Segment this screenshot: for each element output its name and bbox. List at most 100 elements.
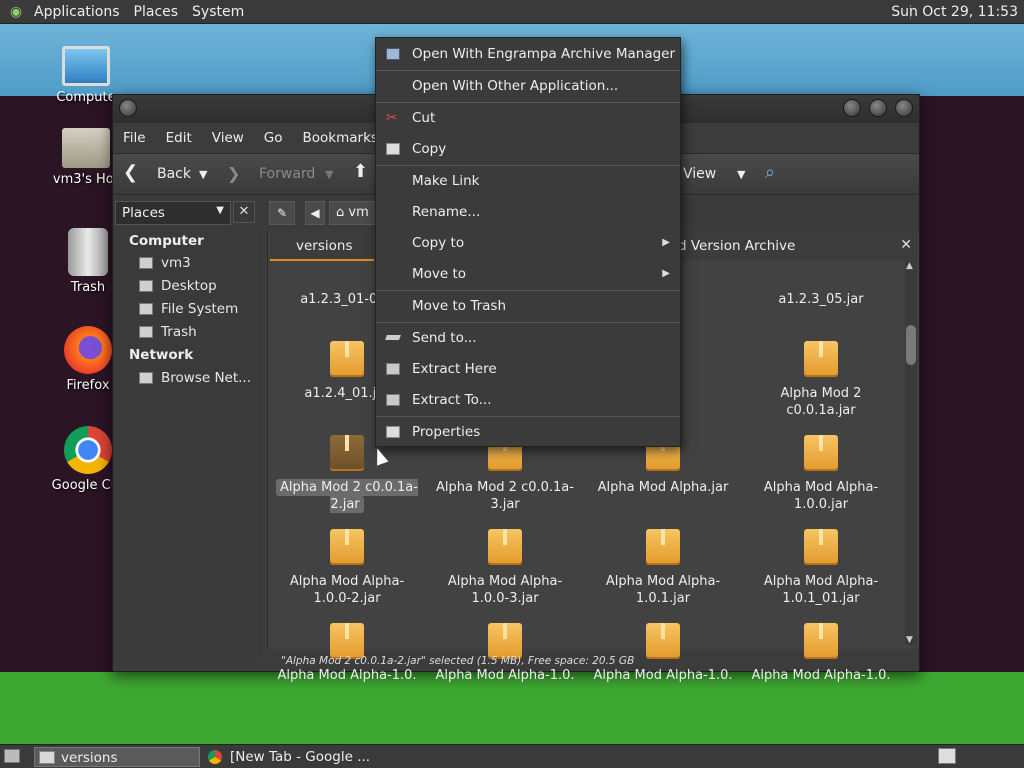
scroll-down-icon[interactable]: ▼ xyxy=(906,635,913,645)
file-name-label: Alpha Mod Alpha.jar xyxy=(597,480,729,495)
archive-manager-icon xyxy=(386,48,400,60)
system-menu[interactable]: System xyxy=(192,4,244,20)
view-button[interactable]: View xyxy=(683,166,716,182)
workspace-switcher[interactable] xyxy=(938,748,956,764)
jar-file-icon xyxy=(330,341,364,377)
menu-bookmarks[interactable]: Bookmarks xyxy=(303,130,378,146)
menu-item-open-with-engrampa[interactable]: Open With Engrampa Archive Manager xyxy=(376,39,680,69)
places-menu[interactable]: Places xyxy=(134,4,179,20)
menu-item-label: Move to Trash xyxy=(412,298,507,314)
menu-go[interactable]: Go xyxy=(264,130,283,146)
scroll-up-icon[interactable]: ▲ xyxy=(906,261,913,271)
sidebar-heading-network: Network xyxy=(129,347,194,363)
sidebar-item-label: vm3 xyxy=(161,255,191,271)
close-sidebar-button[interactable]: ✕ xyxy=(233,201,255,223)
file-item[interactable]: a1.2.3_05.jar xyxy=(748,247,894,308)
scrollbar-thumb[interactable] xyxy=(906,325,916,365)
forward-history-dropdown[interactable]: ▼ xyxy=(325,168,333,181)
path-segment-home[interactable]: ⌂ vm xyxy=(329,201,377,225)
forward-button[interactable]: Forward xyxy=(259,166,315,182)
task-chrome[interactable]: [New Tab - Google ... xyxy=(204,747,374,767)
drive-icon xyxy=(139,303,153,315)
clock[interactable]: Sun Oct 29, 11:53 xyxy=(891,4,1018,20)
task-label: [New Tab - Google ... xyxy=(230,749,371,765)
file-name-label: Alpha Mod Alpha-1.0.0-2.jar xyxy=(289,574,405,606)
menu-item-extract-to[interactable]: Extract To... xyxy=(376,385,680,415)
file-item[interactable]: Alpha Mod Alpha-1.0.1.jar xyxy=(590,529,736,607)
up-arrow-icon[interactable]: ⬆ xyxy=(353,161,368,182)
menu-view[interactable]: View xyxy=(212,130,244,146)
menu-item-cut[interactable]: ✂ Cut xyxy=(376,103,680,133)
file-item[interactable]: Alpha Mod Alpha-1.0.1_01.jar xyxy=(748,529,894,607)
menu-item-label: Cut xyxy=(412,110,436,126)
maximize-button[interactable] xyxy=(869,99,887,117)
properties-icon xyxy=(386,426,400,438)
back-button[interactable]: Back xyxy=(157,166,191,182)
jar-file-icon xyxy=(804,435,838,471)
show-desktop-icon[interactable] xyxy=(4,749,20,763)
menu-item-copy[interactable]: Copy xyxy=(376,134,680,164)
menu-item-copy-to[interactable]: Copy to ▶ xyxy=(376,228,680,258)
sidebar-item-filesystem[interactable]: File System xyxy=(139,301,238,317)
menu-file[interactable]: File xyxy=(123,130,146,146)
search-icon[interactable]: ⌕ xyxy=(765,162,775,183)
task-versions[interactable]: versions xyxy=(34,747,200,767)
file-item[interactable]: Alpha Mod Alpha-1.0.0-2.jar xyxy=(274,529,420,607)
places-combo-label: Places xyxy=(122,205,165,221)
menu-item-send-to[interactable]: Send to... xyxy=(376,323,680,353)
menu-item-rename[interactable]: Rename... xyxy=(376,197,680,227)
context-menu: Open With Engrampa Archive Manager Open … xyxy=(375,37,681,447)
places-combo[interactable]: Places ▼ xyxy=(115,201,231,225)
sidebar-item-browse-network[interactable]: Browse Net... xyxy=(139,370,251,386)
window-menu-button[interactable] xyxy=(119,99,137,117)
menu-item-move-to-trash[interactable]: Move to Trash xyxy=(376,291,680,321)
computer-icon xyxy=(62,46,110,86)
menu-item-extract-here[interactable]: Extract Here xyxy=(376,354,680,384)
jar-file-icon xyxy=(330,435,364,471)
status-bar: "Alpha Mod 2 c0.0.1a-2.jar" selected (1.… xyxy=(281,655,635,667)
desktop-icon-label: vm3's Hor xyxy=(52,172,120,187)
edit-location-icon[interactable]: ✎ xyxy=(269,201,295,225)
menu-item-open-with-other[interactable]: Open With Other Application... xyxy=(376,71,680,101)
sidebar-item-trash[interactable]: Trash xyxy=(139,324,197,340)
trash-icon xyxy=(139,326,153,338)
desktop-icon xyxy=(139,280,153,292)
file-item[interactable]: Alpha Mod Alpha-1.0.0.jar xyxy=(748,435,894,513)
close-tab-icon[interactable]: ✕ xyxy=(900,237,912,253)
menu-edit[interactable]: Edit xyxy=(166,130,192,146)
jar-file-icon xyxy=(646,529,680,565)
jar-file-icon xyxy=(488,529,522,565)
home-icon: ⌂ xyxy=(336,205,349,220)
menu-item-label: Copy to xyxy=(412,235,465,251)
bottom-panel: versions [New Tab - Google ... xyxy=(0,744,1024,768)
menu-item-move-to[interactable]: Move to ▶ xyxy=(376,259,680,289)
file-item[interactable]: Alpha Mod 2 c0.0.1a.jar xyxy=(748,341,894,419)
sidebar-item-label: File System xyxy=(161,301,239,317)
file-item[interactable]: Alpha Mod Alpha-1.0.0-3.jar xyxy=(432,529,578,607)
path-left-arrow-button[interactable]: ◀ xyxy=(305,201,325,225)
mate-logo-icon[interactable]: ◉ xyxy=(6,4,26,20)
menu-item-label: Open With Engrampa Archive Manager xyxy=(412,46,676,62)
menu-item-label: Rename... xyxy=(412,204,481,220)
scissors-icon: ✂ xyxy=(386,110,398,126)
file-name-label: Alpha Mod Alpha-1.0.1_01.jar xyxy=(763,574,879,606)
top-panel: ◉ Applications Places System Sun Oct 29,… xyxy=(0,0,1024,24)
back-history-dropdown[interactable]: ▼ xyxy=(199,168,207,181)
extract-icon xyxy=(386,363,400,375)
view-dropdown[interactable]: ▼ xyxy=(737,168,745,181)
home-icon xyxy=(139,257,153,269)
network-icon xyxy=(139,372,153,384)
back-arrow-icon[interactable]: ❮ xyxy=(123,162,138,183)
sidebar-item-desktop[interactable]: Desktop xyxy=(139,278,217,294)
applications-menu[interactable]: Applications xyxy=(34,4,120,20)
menu-item-properties[interactable]: Properties xyxy=(376,417,680,447)
sidebar-item-vm3[interactable]: vm3 xyxy=(139,255,191,271)
forward-arrow-icon[interactable]: ❯ xyxy=(227,164,240,183)
menu-item-label: Extract To... xyxy=(412,392,492,408)
jar-file-icon xyxy=(330,529,364,565)
minimize-button[interactable] xyxy=(843,99,861,117)
desktop-icon-label: Compute xyxy=(56,90,116,105)
scrollbar[interactable]: ▲ ▼ xyxy=(905,261,917,645)
close-window-button[interactable] xyxy=(895,99,913,117)
menu-item-make-link[interactable]: Make Link xyxy=(376,166,680,196)
